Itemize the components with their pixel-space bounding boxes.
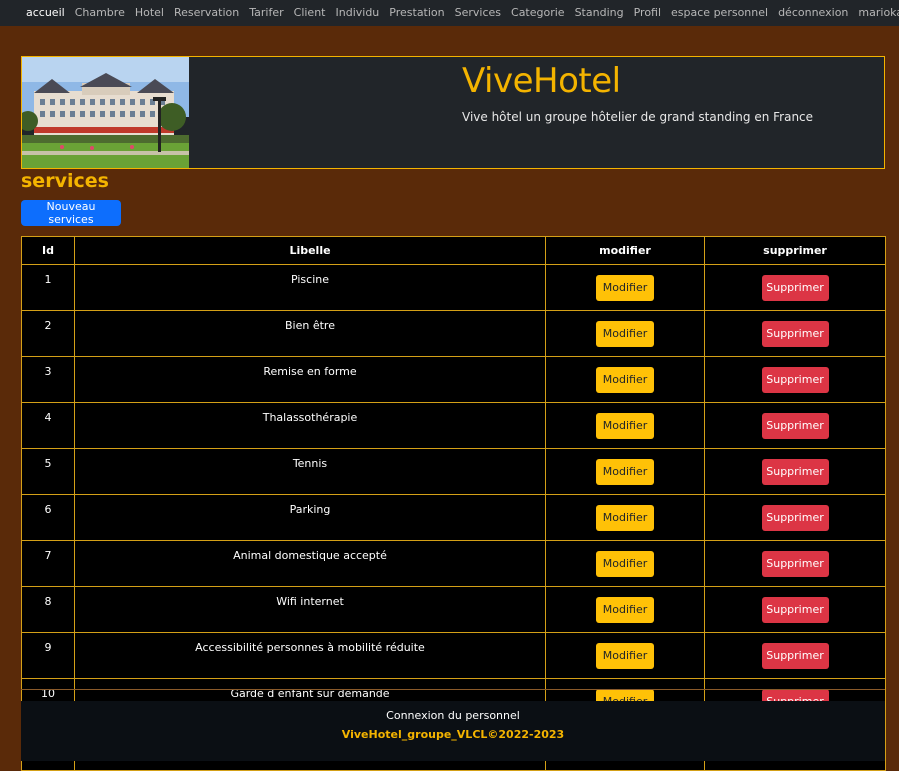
cell-id: 5 (21, 448, 75, 495)
modify-button[interactable]: Modifier (596, 366, 654, 393)
brand-tagline: Vive hôtel un groupe hôtelier de grand s… (462, 110, 814, 124)
cell-modifier: Modifier (545, 540, 705, 587)
cell-modifier: Modifier (545, 310, 705, 357)
cell-modifier: Modifier (545, 494, 705, 541)
cell-modifier: Modifier (545, 632, 705, 679)
table-header-row: Id Libelle modifier supprimer (21, 236, 886, 265)
cell-id: 3 (21, 356, 75, 403)
cell-libelle: Parking (74, 494, 546, 541)
table-row: 6 Parking Modifier Supprimer (21, 494, 886, 541)
nav-item-mariokart-vivehotel-fr[interactable]: mariokart@vivehotel.fr (853, 5, 899, 21)
page-title: services (21, 170, 109, 192)
cell-id: 4 (21, 402, 75, 449)
delete-button[interactable]: Supprimer (761, 550, 829, 577)
nav-item-categorie[interactable]: Categorie (506, 5, 570, 21)
delete-button[interactable]: Supprimer (761, 366, 829, 393)
staff-login-link[interactable]: Connexion du personnel (21, 709, 885, 722)
table-row: 7 Animal domestique accepté Modifier Suppri… (21, 540, 886, 587)
cell-modifier: Modifier (545, 402, 705, 449)
cell-libelle: Tennis (74, 448, 546, 495)
hotel-photo (22, 57, 189, 168)
new-service-button[interactable]: Nouveau services (21, 200, 121, 226)
cell-supprimer: Supprimer (704, 494, 886, 541)
cell-modifier: Modifier (545, 448, 705, 495)
modify-button[interactable]: Modifier (596, 274, 654, 301)
cell-id: 1 (21, 264, 75, 311)
cell-id: 7 (21, 540, 75, 587)
footer-divider (21, 689, 885, 690)
cell-modifier: Modifier (545, 356, 705, 403)
delete-button[interactable]: Supprimer (761, 642, 829, 669)
cell-supprimer: Supprimer (704, 310, 886, 357)
table-row: 1 Piscine Modifier Supprimer (21, 264, 886, 311)
cell-id: 2 (21, 310, 75, 357)
nav-item-profil[interactable]: Profil (629, 5, 666, 21)
table-row: 2 Bien être Modifier Supprimer (21, 310, 886, 357)
cell-libelle: Remise en forme (74, 356, 546, 403)
nav-item-tarifer[interactable]: Tarifer (244, 5, 288, 21)
modify-button[interactable]: Modifier (596, 550, 654, 577)
cell-supprimer: Supprimer (704, 540, 886, 587)
column-header-supprimer: supprimer (704, 236, 886, 265)
cell-id: 9 (21, 632, 75, 679)
services-table: Id Libelle modifier supprimer 1 Piscine Mo… (21, 236, 886, 771)
nav-item-accueil[interactable]: accueil (0, 5, 70, 21)
modify-button[interactable]: Modifier (596, 596, 654, 623)
modify-button[interactable]: Modifier (596, 504, 654, 531)
nav-item-prestation[interactable]: Prestation (384, 5, 449, 21)
nav-item-d-connexion[interactable]: déconnexion (773, 5, 853, 21)
nav-item-chambre[interactable]: Chambre (70, 5, 130, 21)
column-header-modifier: modifier (545, 236, 705, 265)
footer: Connexion du personnel ViveHotel_groupe_… (21, 701, 885, 761)
modify-button[interactable]: Modifier (596, 412, 654, 439)
cell-libelle: Accessibilité personnes à mobilité rédui… (74, 632, 546, 679)
footer-copyright: ViveHotel_groupe_VLCL©2022-2023 (341, 728, 565, 741)
table-row: 9 Accessibilité personnes à mobilité rédu… (21, 632, 886, 679)
nav-item-individu[interactable]: Individu (331, 5, 385, 21)
brand-title: ViveHotel (462, 61, 621, 101)
delete-button[interactable]: Supprimer (761, 458, 829, 485)
modify-button[interactable]: Modifier (596, 320, 654, 347)
cell-modifier: Modifier (545, 264, 705, 311)
cell-supprimer: Supprimer (704, 264, 886, 311)
cell-id: 8 (21, 586, 75, 633)
modify-button[interactable]: Modifier (596, 458, 654, 485)
modify-button[interactable]: Modifier (596, 642, 654, 669)
header-banner: ViveHotel Vive hôtel un groupe hôtelier … (21, 56, 885, 169)
delete-button[interactable]: Supprimer (761, 320, 829, 347)
top-navbar: accueil Chambre Hotel Reservation Tarifer Cli… (0, 0, 899, 26)
delete-button[interactable]: Supprimer (761, 596, 829, 623)
cell-libelle: Thalassothérapie (74, 402, 546, 449)
cell-supprimer: Supprimer (704, 402, 886, 449)
table-row: 8 Wifi internet Modifier Supprimer (21, 586, 886, 633)
column-header-libelle: Libelle (74, 236, 546, 265)
nav-item-hotel[interactable]: Hotel (130, 5, 169, 21)
table-row: 5 Tennis Modifier Supprimer (21, 448, 886, 495)
cell-libelle: Animal domestique accepté (74, 540, 546, 587)
cell-id: 6 (21, 494, 75, 541)
cell-supprimer: Supprimer (704, 448, 886, 495)
table-row: 3 Remise en forme Modifier Supprimer (21, 356, 886, 403)
table-row: 4 Thalassothérapie Modifier Supprimer (21, 402, 886, 449)
column-header-id: Id (21, 236, 75, 265)
nav-item-services[interactable]: Services (450, 5, 506, 21)
nav-item-standing[interactable]: Standing (570, 5, 629, 21)
nav-item-espace-personnel[interactable]: espace personnel (666, 5, 773, 21)
cell-supprimer: Supprimer (704, 586, 886, 633)
cell-supprimer: Supprimer (704, 632, 886, 679)
nav-item-client[interactable]: Client (289, 5, 331, 21)
delete-button[interactable]: Supprimer (761, 504, 829, 531)
nav-item-reservation[interactable]: Reservation (169, 5, 244, 21)
cell-libelle: Wifi internet (74, 586, 546, 633)
cell-supprimer: Supprimer (704, 356, 886, 403)
cell-modifier: Modifier (545, 586, 705, 633)
cell-libelle: Bien être (74, 310, 546, 357)
delete-button[interactable]: Supprimer (761, 274, 829, 301)
delete-button[interactable]: Supprimer (761, 412, 829, 439)
cell-libelle: Piscine (74, 264, 546, 311)
